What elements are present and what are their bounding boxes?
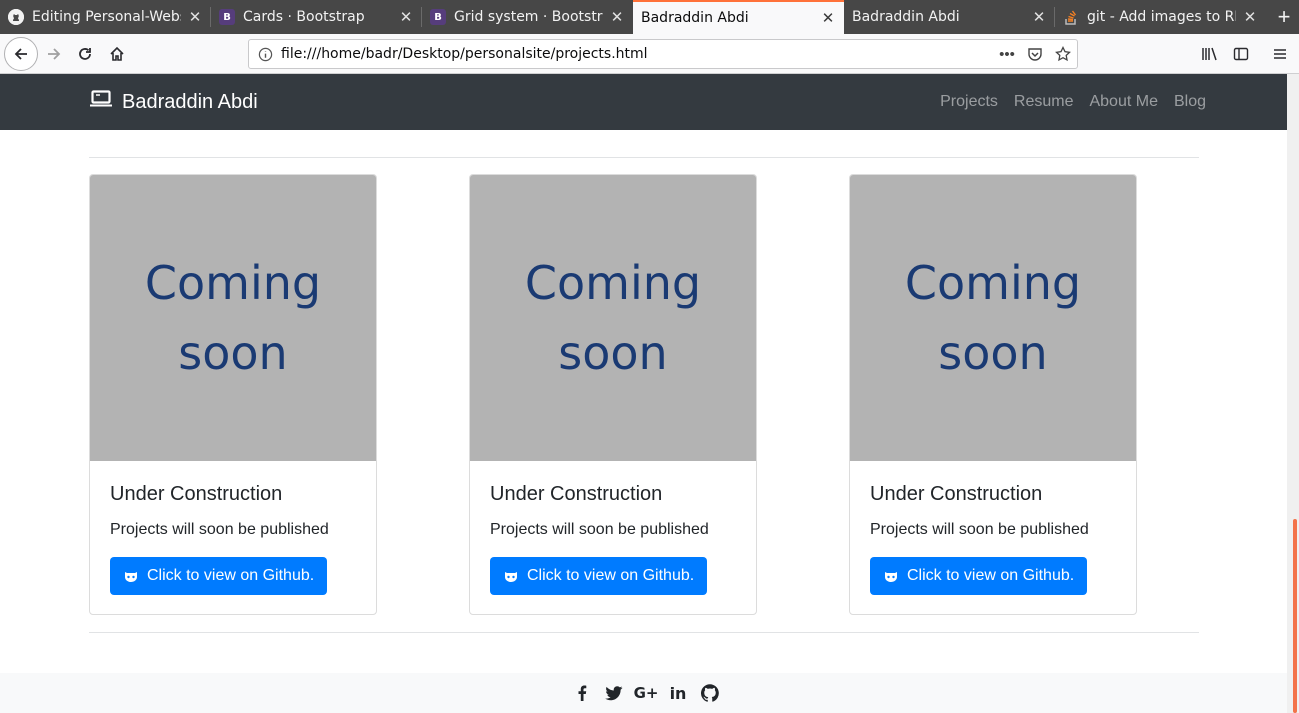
nav-link-blog[interactable]: Blog bbox=[1174, 93, 1206, 111]
browser-tab[interactable]: git - Add images to RE ✕ bbox=[1055, 0, 1266, 34]
divider bbox=[89, 157, 1199, 158]
footer: G+ in bbox=[0, 673, 1287, 713]
home-button[interactable] bbox=[102, 39, 132, 69]
tab-title: Cards · Bootstrap bbox=[243, 9, 365, 25]
tab-title: Badraddin Abdi bbox=[852, 9, 960, 25]
close-tab-icon[interactable]: ✕ bbox=[820, 9, 836, 27]
bootstrap-icon: B bbox=[430, 9, 446, 25]
browser-tab-active[interactable]: Badraddin Abdi ✕ bbox=[633, 0, 844, 34]
coming-soon-image: Coming soon bbox=[90, 175, 376, 461]
back-button[interactable] bbox=[4, 37, 38, 71]
nav-link-projects[interactable]: Projects bbox=[940, 93, 998, 111]
image-text: Coming bbox=[904, 256, 1082, 310]
page-heading-clipped bbox=[89, 128, 489, 140]
project-card: Coming soon Under Construction Projects … bbox=[469, 174, 757, 615]
close-tab-icon[interactable]: ✕ bbox=[187, 8, 203, 26]
tab-title: Grid system · Bootstra bbox=[454, 9, 603, 25]
image-text: soon bbox=[178, 326, 288, 380]
reload-button[interactable] bbox=[70, 39, 100, 69]
new-tab-icon[interactable]: + bbox=[1269, 0, 1299, 34]
button-label: Click to view on Github. bbox=[527, 567, 695, 584]
github-icon bbox=[8, 9, 24, 25]
linkedin-icon[interactable]: in bbox=[668, 683, 688, 703]
browser-toolbar: file:///home/badr/Desktop/personalsite/p… bbox=[0, 34, 1299, 74]
twitter-icon[interactable] bbox=[604, 683, 624, 703]
browser-tab[interactable]: Badraddin Abdi ✕ bbox=[844, 0, 1055, 34]
card-text: Projects will soon be published bbox=[490, 521, 709, 538]
coming-soon-image: Coming soon bbox=[850, 175, 1136, 461]
github-icon bbox=[883, 569, 899, 583]
divider bbox=[89, 632, 1199, 633]
page-actions-icon[interactable]: ••• bbox=[993, 46, 1021, 63]
social-links: G+ in bbox=[572, 683, 732, 703]
tab-title: Editing Personal-Webs bbox=[32, 9, 181, 25]
close-tab-icon[interactable]: ✕ bbox=[609, 8, 625, 26]
laptop-icon bbox=[89, 89, 113, 115]
scrollbar[interactable] bbox=[1287, 74, 1299, 713]
coming-soon-image: Coming soon bbox=[470, 175, 756, 461]
card-title: Under Construction bbox=[110, 483, 283, 505]
bookmark-star-icon[interactable] bbox=[1049, 46, 1077, 62]
tab-title: Badraddin Abdi bbox=[641, 10, 749, 26]
navbar-brand[interactable]: Badraddin Abdi bbox=[89, 74, 258, 130]
image-text: Coming bbox=[524, 256, 702, 310]
nav-links: Projects Resume About Me Blog bbox=[924, 74, 1206, 130]
nav-link-resume[interactable]: Resume bbox=[1014, 93, 1074, 111]
close-tab-icon[interactable]: ✕ bbox=[1242, 8, 1258, 26]
menu-icon[interactable] bbox=[1265, 39, 1295, 69]
library-icon[interactable] bbox=[1195, 39, 1225, 69]
github-icon bbox=[503, 569, 519, 583]
github-icon[interactable] bbox=[700, 683, 720, 703]
bootstrap-icon: B bbox=[219, 9, 235, 25]
close-tab-icon[interactable]: ✕ bbox=[398, 8, 414, 26]
project-card: Coming soon Under Construction Projects … bbox=[89, 174, 377, 615]
image-text: soon bbox=[558, 326, 668, 380]
image-text: Coming bbox=[144, 256, 322, 310]
button-label: Click to view on Github. bbox=[907, 567, 1075, 584]
stackoverflow-icon bbox=[1063, 9, 1079, 25]
card-title: Under Construction bbox=[870, 483, 1043, 505]
project-card: Coming soon Under Construction Projects … bbox=[849, 174, 1137, 615]
facebook-icon[interactable] bbox=[572, 683, 592, 703]
browser-tab-strip: Editing Personal-Webs ✕ B Cards · Bootst… bbox=[0, 0, 1299, 34]
card-text: Projects will soon be published bbox=[110, 521, 329, 538]
nav-link-about-me[interactable]: About Me bbox=[1089, 93, 1157, 111]
forward-button[interactable] bbox=[39, 39, 69, 69]
brand-name: Badraddin Abdi bbox=[122, 90, 258, 113]
browser-tab[interactable]: B Grid system · Bootstra ✕ bbox=[422, 0, 633, 34]
url-bar[interactable]: file:///home/badr/Desktop/personalsite/p… bbox=[248, 39, 1078, 69]
tab-title: git - Add images to RE bbox=[1087, 9, 1236, 25]
pocket-icon[interactable] bbox=[1021, 46, 1049, 62]
button-label: Click to view on Github. bbox=[147, 567, 315, 584]
github-icon bbox=[123, 569, 139, 583]
browser-tab[interactable]: B Cards · Bootstrap ✕ bbox=[211, 0, 422, 34]
card-text: Projects will soon be published bbox=[870, 521, 1089, 538]
close-tab-icon[interactable]: ✕ bbox=[1031, 8, 1047, 26]
browser-tab[interactable]: Editing Personal-Webs ✕ bbox=[0, 0, 211, 34]
url-text[interactable]: file:///home/badr/Desktop/personalsite/p… bbox=[281, 46, 993, 62]
info-icon[interactable] bbox=[249, 47, 281, 62]
image-text: soon bbox=[938, 326, 1048, 380]
scrollbar-thumb[interactable] bbox=[1293, 519, 1297, 713]
view-on-github-button[interactable]: Click to view on Github. bbox=[110, 557, 328, 595]
view-on-github-button[interactable]: Click to view on Github. bbox=[870, 557, 1088, 595]
card-title: Under Construction bbox=[490, 483, 663, 505]
site-navbar: Badraddin Abdi Projects Resume About Me … bbox=[0, 74, 1287, 130]
google-plus-icon[interactable]: G+ bbox=[634, 683, 659, 703]
view-on-github-button[interactable]: Click to view on Github. bbox=[490, 557, 708, 595]
sidebar-icon[interactable] bbox=[1226, 39, 1256, 69]
